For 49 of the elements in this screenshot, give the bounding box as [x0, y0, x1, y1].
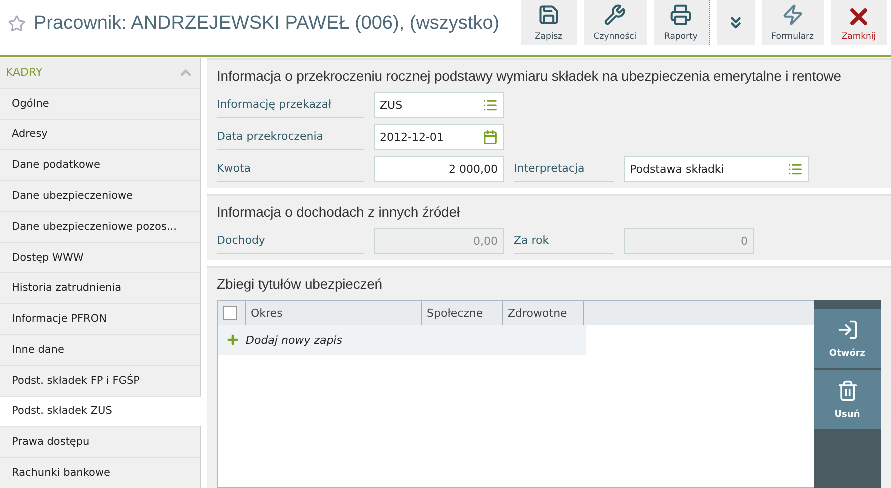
sidebar-item[interactable]: Adresy [0, 118, 200, 150]
sidebar-item[interactable]: Rachunki bankowe [0, 457, 200, 488]
sidebar-item[interactable]: Dostęp WWW [0, 242, 200, 272]
section-title: Zbiegi tytułów ubezpieczeń [217, 276, 384, 292]
more-button[interactable] [716, 0, 755, 45]
field-label: Data przekroczenia [217, 124, 364, 150]
input-field[interactable]: ZUS [374, 92, 504, 118]
enter-icon [836, 318, 858, 340]
input-field[interactable]: 2012-12-01 [374, 124, 504, 150]
field-label: Interpretacja [514, 156, 614, 182]
field-label: Za rok [514, 228, 614, 254]
toolbar-button[interactable]: Zamknij [831, 0, 887, 45]
window-title: Pracownik: ANDRZEJEWSKI PAWEŁ (006), (wszystko) [34, 13, 500, 35]
sidebar-item[interactable]: Prawa dostępu [0, 426, 200, 458]
toolbar-button[interactable]: Zapisz [520, 0, 577, 45]
section-title: Informacja o dochodach z innych źródeł [217, 204, 461, 220]
star-icon[interactable] [8, 15, 26, 33]
calendar-icon[interactable] [483, 130, 498, 144]
sidebar-item[interactable]: Ogólne [0, 88, 200, 119]
field-label: Informację przekazał [217, 92, 364, 118]
add-row-label: Dodaj nowy zapis [246, 334, 342, 346]
lightning-icon [782, 4, 804, 26]
wrench-icon [604, 4, 626, 26]
sidebar-item[interactable]: Historia zatrudnienia [0, 272, 200, 304]
save-icon [538, 4, 560, 26]
list-icon[interactable] [788, 162, 803, 176]
sidebar-item[interactable]: Informacje PFRON [0, 303, 200, 334]
sidebar-item[interactable]: Podst. składek ZUS [0, 396, 201, 426]
action-button[interactable]: Otwórz [814, 309, 881, 368]
section-title: Informacja o przekroczeniu rocznej podstawy wymiaru składek na ubezpieczenia emerytalne i rentowe [217, 68, 842, 84]
input-field[interactable]: Podstawa składki [624, 156, 809, 182]
plus-icon [226, 333, 240, 347]
field-label: Dochody [217, 228, 364, 254]
action-button[interactable]: Usuń [814, 370, 881, 429]
field-label: Kwota [217, 156, 364, 182]
add-row-button[interactable]: Dodaj nowy zapis [218, 325, 586, 355]
sidebar-item[interactable]: Dane podatkowe [0, 149, 200, 180]
sidebar-item[interactable]: Inne dane [0, 334, 200, 365]
sidebar-item[interactable]: Dane ubezpieczeniowe [0, 180, 200, 211]
toolbar-button[interactable]: Formularz [762, 0, 824, 45]
toolbar-button[interactable]: Czynności [584, 0, 647, 45]
sidebar-item[interactable]: Dane ubezpieczeniowe pozos... [0, 210, 200, 242]
printer-icon [670, 4, 692, 26]
sidebar-item[interactable]: Podst. składek FP i FGŚP [0, 364, 200, 396]
trash-icon [836, 380, 858, 402]
list-icon[interactable] [483, 98, 498, 112]
input-field[interactable]: 2 000,00 [374, 156, 504, 182]
select-all-checkbox[interactable] [223, 306, 237, 320]
toolbar-button[interactable]: Raporty [654, 0, 710, 45]
